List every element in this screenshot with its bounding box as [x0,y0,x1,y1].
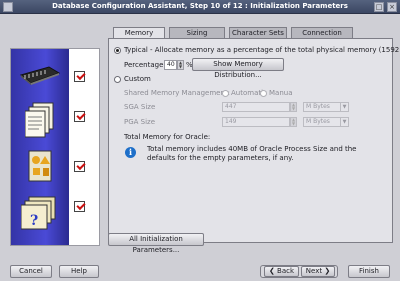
tab-sizing[interactable]: Sizing [169,27,225,38]
pga-size-label: PGA Size [124,118,156,126]
percentage-stepper[interactable]: ▲ ▼ [177,60,184,70]
all-initialization-parameters-button[interactable]: All Initialization Parameters... [108,233,204,254]
shared-memory-management-label: Shared Memory Management: [124,89,231,97]
custom-label: Custom [124,75,151,83]
info-icon: i [125,147,136,158]
memory-tab-panel: Typical - Allocate memory as a percentag… [108,38,400,243]
sga-unit-value: M Bytes [306,103,330,110]
finish-button[interactable]: Finish [348,265,390,278]
manual-label: Manua [269,89,293,97]
step-complete-check-icon [74,111,85,122]
maximize-button[interactable]: □ [374,2,384,12]
next-button-label: Next [305,267,323,275]
sga-unit-select[interactable]: M Bytes ▼ [303,102,349,112]
close-button[interactable]: × [387,2,397,12]
sga-size-input[interactable]: 447 [222,102,290,112]
next-button[interactable]: Next ❯ [301,266,335,277]
navigation-button-group: ❮ Back Next ❯ [260,265,338,278]
pga-unit-select[interactable]: M Bytes ▼ [303,117,349,127]
back-arrow-icon: ❮ [268,267,275,275]
typical-label: Typical - Allocate memory as a percentag… [124,46,400,54]
tab-connection-mode[interactable]: Connection Mode [291,27,353,47]
pga-size-input[interactable]: 149 [222,117,290,127]
manual-radio[interactable] [260,90,267,97]
percentage-label: Percentage: [124,61,166,69]
typical-radio[interactable] [114,47,121,54]
shapes-icon [28,150,52,182]
step-complete-check-icon [74,201,85,212]
window-titlebar[interactable]: Database Configuration Assistant, Step 1… [0,0,400,14]
dialog-body: ? Memory Sizing Character Sets Connectio… [0,14,400,281]
cancel-button[interactable]: Cancel [10,265,52,278]
step-complete-check-icon [74,161,85,172]
svg-text:?: ? [30,213,38,229]
sga-size-stepper[interactable]: ▲ ▼ [290,102,297,112]
next-arrow-icon: ❯ [324,267,331,275]
step-complete-check-icon [74,71,85,82]
help-folders-icon: ? [21,196,56,230]
pga-unit-value: M Bytes [306,118,330,125]
percentage-input[interactable]: 40 [164,60,177,70]
wizard-footer: Cancel Help ❮ Back Next ❯ Finish [0,263,400,281]
automatic-radio[interactable] [222,90,229,97]
step-illustration-panel: ? [10,48,100,246]
documents-icon [25,102,54,138]
chevron-down-icon: ▼ [340,118,348,126]
show-memory-distribution-button[interactable]: Show Memory Distribution... [192,58,284,79]
pga-size-stepper[interactable]: ▲ ▼ [290,117,297,127]
info-message: Total memory includes 40MB of Oracle Pro… [147,145,357,162]
back-button-label: Back [277,267,295,275]
help-button[interactable]: Help [59,265,99,278]
tab-character-sets[interactable]: Character Sets [229,27,287,38]
total-memory-label: Total Memory for Oracle: [124,133,211,141]
custom-radio[interactable] [114,76,121,83]
window-title: Database Configuration Assistant, Step 1… [52,2,348,10]
sga-size-label: SGA Size [124,103,156,111]
memory-chip-icon [19,66,61,85]
back-button[interactable]: ❮ Back [264,266,299,277]
chevron-down-icon: ▼ [340,103,348,111]
